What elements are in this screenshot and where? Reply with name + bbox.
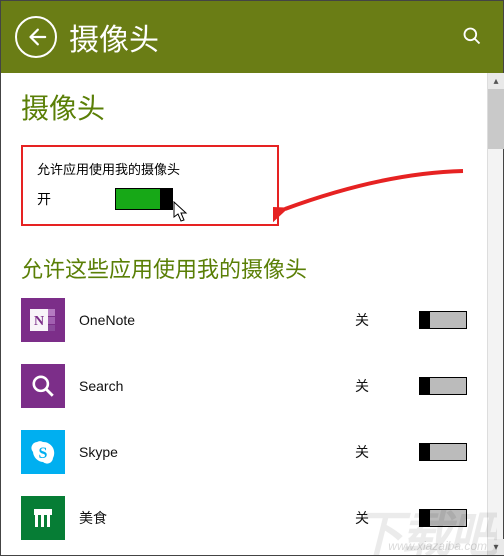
skype-icon: S [21, 430, 65, 474]
svg-text:N: N [34, 314, 44, 329]
app-state-label: 关 [355, 376, 409, 396]
app-name-label: Search [79, 378, 355, 394]
scroll-down-button[interactable]: ▾ [488, 539, 504, 555]
app-row: Search 关 [21, 364, 467, 408]
app-name-label: Skype [79, 444, 355, 460]
master-toggle[interactable] [115, 188, 173, 210]
content: 摄像头 允许应用使用我的摄像头 开 允许这些应用使用我的摄像头 N OneNot… [1, 73, 487, 555]
master-toggle-box: 允许应用使用我的摄像头 开 [21, 145, 279, 226]
apps-heading: 允许这些应用使用我的摄像头 [21, 252, 467, 284]
app-toggle[interactable] [419, 377, 467, 395]
search-app-icon [21, 364, 65, 408]
app-row: S Skype 关 [21, 430, 467, 474]
header: 摄像头 [1, 1, 503, 73]
toggle-knob [419, 443, 430, 461]
scroll-up-button[interactable]: ▴ [488, 73, 504, 89]
svg-text:S: S [39, 445, 48, 462]
back-arrow-icon [25, 26, 47, 48]
app-list: N OneNote 关 Search 关 [21, 298, 467, 555]
master-toggle-state: 开 [37, 189, 115, 209]
food-icon [21, 496, 65, 540]
page-title: 摄像头 [69, 15, 159, 59]
app-state-label: 关 [355, 310, 409, 330]
app-state-label: 关 [355, 508, 409, 528]
master-toggle-label: 允许应用使用我的摄像头 [37, 159, 263, 178]
app-name-label: OneNote [79, 312, 355, 328]
app-toggle[interactable] [419, 311, 467, 329]
search-button[interactable] [461, 25, 483, 47]
app-row: 美食 关 [21, 496, 467, 540]
back-button[interactable] [15, 16, 57, 58]
app-toggle[interactable] [419, 443, 467, 461]
onenote-icon: N [21, 298, 65, 342]
toggle-knob [419, 509, 430, 527]
app-state-label: 关 [355, 442, 409, 462]
vertical-scrollbar[interactable]: ▴ ▾ [487, 73, 503, 555]
cursor-icon [173, 201, 189, 223]
app-row: N OneNote 关 [21, 298, 467, 342]
app-toggle[interactable] [419, 509, 467, 527]
search-icon [462, 26, 482, 46]
toggle-knob [160, 188, 173, 210]
toggle-knob [419, 311, 430, 329]
section-heading: 摄像头 [21, 87, 467, 127]
app-name-label: 美食 [79, 508, 355, 528]
toggle-knob [419, 377, 430, 395]
scroll-thumb[interactable] [488, 89, 504, 149]
